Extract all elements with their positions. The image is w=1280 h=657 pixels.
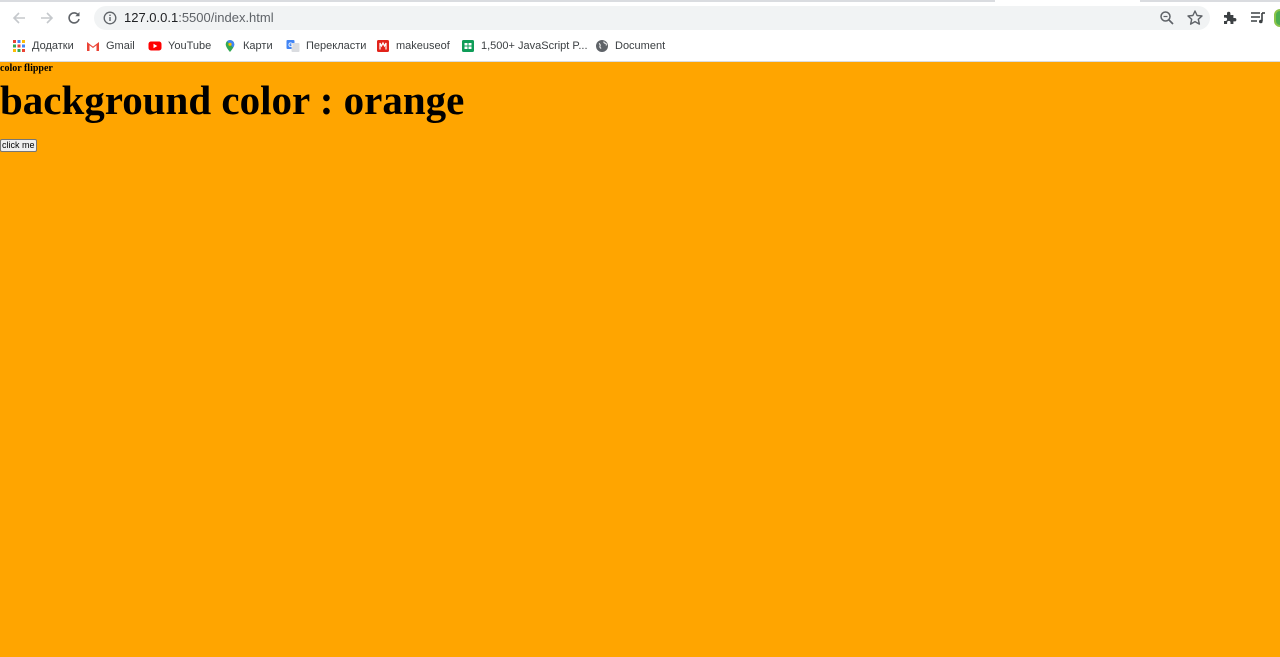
bookmark-translate[interactable]: G Перекласти [286,38,366,54]
apps-grid-icon [13,40,25,52]
reload-button[interactable] [63,8,85,28]
url-text[interactable]: 127.0.0.1:5500/index.html [124,10,274,26]
bookmark-star-icon[interactable] [1186,9,1204,27]
bookmark-label: Додатки [32,40,74,52]
back-button[interactable] [8,8,30,28]
bookmark-label: 1,500+ JavaScript P... [481,40,588,52]
page-body: color flipper background color : orange … [0,62,1280,657]
browser-chrome: 127.0.0.1:5500/index.html Додатки Gmail … [0,0,1280,62]
bookmark-makeuseof[interactable]: makeuseof [376,38,450,54]
bookmark-maps[interactable]: Карти [223,38,273,54]
address-bar[interactable]: 127.0.0.1:5500/index.html [94,6,1210,30]
forward-button[interactable] [36,8,58,28]
click-me-button[interactable]: click me [0,139,37,152]
tab-strip-edge [0,0,1280,3]
url-path: :5500/index.html [178,10,274,25]
arrow-right-icon [41,12,54,24]
globe-icon [596,40,608,52]
zoom-icon[interactable] [1159,10,1175,26]
svg-text:G: G [288,43,293,49]
bookmark-label: Перекласти [306,40,367,52]
youtube-icon [148,41,162,51]
bookmark-javascript-projects[interactable]: 1,500+ JavaScript P... [461,38,588,54]
bookmark-label: Gmail [106,40,135,52]
media-control-icon[interactable] [1249,9,1267,27]
bookmark-apps[interactable]: Додатки [12,38,74,54]
gmail-icon [87,42,99,51]
bookmark-label: YouTube [168,40,212,52]
bookmark-label: Document [615,40,666,52]
info-icon[interactable] [103,11,117,25]
translate-icon: G [286,40,300,52]
profile-avatar[interactable] [1274,9,1280,27]
bookmarks-bar: Додатки Gmail YouTube Карти G Перекласти… [0,36,1280,56]
extensions-puzzle-icon[interactable] [1221,9,1239,27]
bookmark-youtube[interactable]: YouTube [148,38,211,54]
bookmark-label: makeuseof [396,40,450,52]
makeuseof-icon [377,40,389,52]
color-heading: background color : orange [0,77,465,123]
maps-pin-icon [225,40,235,52]
bookmark-gmail[interactable]: Gmail [86,38,135,54]
bookmark-label: Карти [243,40,273,52]
arrow-left-icon [12,12,25,24]
app-title: color flipper [0,63,53,74]
sheet-icon [462,40,474,52]
bookmark-document[interactable]: Document [595,38,665,54]
url-host: 127.0.0.1 [124,10,179,25]
reload-icon [68,12,80,24]
